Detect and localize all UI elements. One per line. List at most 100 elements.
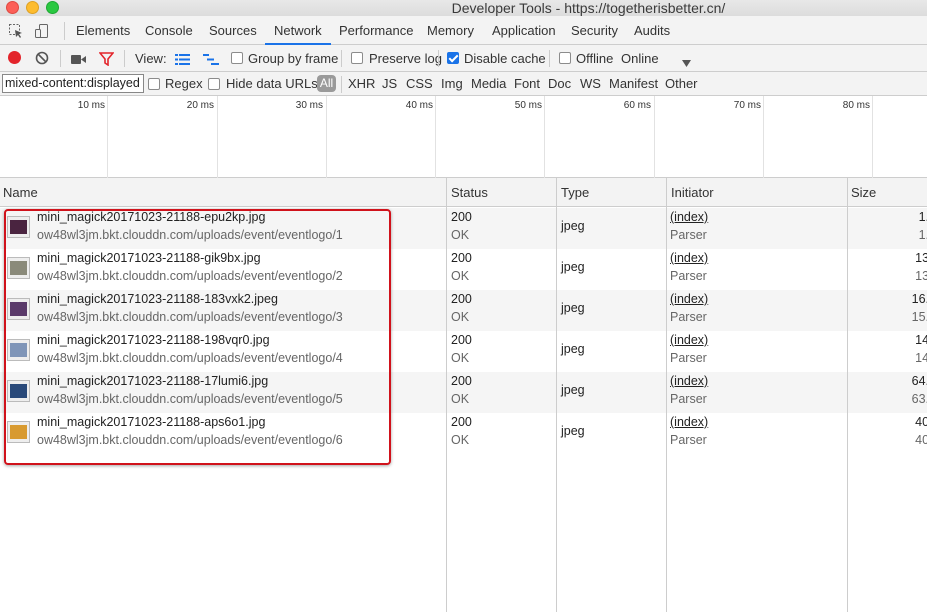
- large-rows-icon[interactable]: [175, 53, 190, 68]
- inspect-element-icon[interactable]: [8, 23, 24, 39]
- toolbar-divider: [341, 50, 342, 67]
- overview-tick-label: 10 ms: [77, 100, 105, 111]
- resource-size: 132: [915, 269, 927, 283]
- filter-bar: mixed-content:displayed Regex Hide data …: [0, 72, 927, 96]
- overview-gridline: [544, 96, 545, 178]
- initiator-type: Parser: [670, 228, 707, 242]
- filter-img-button[interactable]: Img: [441, 72, 463, 96]
- initiator-link[interactable]: (index): [670, 210, 708, 224]
- overview-tick-label: 70 ms: [733, 100, 761, 111]
- overview-tick-label: 30 ms: [295, 100, 323, 111]
- status-code: 200: [451, 251, 472, 265]
- initiator-link[interactable]: (index): [670, 374, 708, 388]
- column-divider[interactable]: [847, 178, 848, 612]
- size-cell: 407406: [848, 413, 927, 454]
- tab-memory[interactable]: Memory: [418, 16, 483, 45]
- column-header-status[interactable]: Status: [448, 178, 488, 207]
- overview-tick-label: 80 ms: [842, 100, 870, 111]
- toolbar-divider: [438, 50, 439, 67]
- capture-screenshots-icon[interactable]: [71, 53, 87, 68]
- hide-data-urls-checkbox[interactable]: [208, 78, 220, 90]
- tab-audits[interactable]: Audits: [625, 16, 679, 45]
- overview-gridline: [326, 96, 327, 178]
- resource-type: jpeg: [561, 219, 585, 233]
- waterfall-view-icon[interactable]: [203, 53, 219, 68]
- filter-doc-button[interactable]: Doc: [548, 72, 571, 96]
- column-header-size[interactable]: Size: [848, 178, 876, 207]
- column-header-initiator[interactable]: Initiator: [668, 178, 714, 207]
- device-toolbar-icon[interactable]: [34, 23, 50, 39]
- transfer-size: 1.1: [918, 210, 927, 224]
- resource-size: 15.0: [911, 310, 927, 324]
- status-text: OK: [451, 392, 470, 406]
- resource-type: jpeg: [561, 342, 585, 356]
- filter-all-button[interactable]: All: [317, 75, 336, 92]
- offline-label: Offline: [576, 51, 614, 66]
- column-divider[interactable]: [446, 178, 447, 612]
- overview-tick-label: 20 ms: [186, 100, 214, 111]
- clear-icon[interactable]: [35, 51, 49, 68]
- group-by-frame-checkbox[interactable]: [231, 52, 243, 64]
- tab-elements[interactable]: Elements: [67, 16, 139, 45]
- window-titlebar: Developer Tools - https://togetherisbett…: [0, 0, 927, 16]
- status-text: OK: [451, 310, 470, 324]
- record-button[interactable]: [8, 51, 21, 64]
- filter-js-button[interactable]: JS: [382, 72, 397, 96]
- column-divider[interactable]: [666, 178, 667, 612]
- filter-other-button[interactable]: Other: [665, 72, 698, 96]
- resource-size: 63.8: [911, 392, 927, 406]
- hide-data-urls-label: Hide data URLs: [226, 76, 318, 91]
- window-title: Developer Tools - https://togetherisbett…: [451, 0, 726, 16]
- filter-xhr-button[interactable]: XHR: [348, 72, 375, 96]
- tab-security[interactable]: Security: [562, 16, 627, 45]
- tab-console[interactable]: Console: [136, 16, 202, 45]
- initiator-link[interactable]: (index): [670, 292, 708, 306]
- transfer-size: 407: [915, 415, 927, 429]
- initiator-type: Parser: [670, 392, 707, 406]
- column-header-name[interactable]: Name: [0, 178, 38, 207]
- status-code: 200: [451, 374, 472, 388]
- column-divider[interactable]: [556, 178, 557, 612]
- annotation-highlight-box: [4, 209, 391, 465]
- filter-font-button[interactable]: Font: [514, 72, 540, 96]
- resource-type: jpeg: [561, 301, 585, 315]
- toolbar-divider: [341, 76, 342, 93]
- overview-tick-label: 60 ms: [623, 100, 651, 111]
- filter-input[interactable]: mixed-content:displayed: [2, 74, 144, 93]
- initiator-type: Parser: [670, 310, 707, 324]
- disable-cache-checkbox[interactable]: [447, 52, 459, 64]
- tab-application[interactable]: Application: [483, 16, 565, 45]
- filter-icon[interactable]: [98, 52, 115, 69]
- initiator-link[interactable]: (index): [670, 415, 708, 429]
- overview-tick-label: 50 ms: [514, 100, 542, 111]
- resource-size: 1.1: [918, 228, 927, 242]
- size-cell: 1.11.1: [848, 208, 927, 249]
- initiator-link[interactable]: (index): [670, 333, 708, 347]
- filter-media-button[interactable]: Media: [471, 72, 506, 96]
- status-text: OK: [451, 433, 470, 447]
- preserve-log-checkbox[interactable]: [351, 52, 363, 64]
- tab-performance[interactable]: Performance: [330, 16, 422, 45]
- filter-css-button[interactable]: CSS: [406, 72, 433, 96]
- size-cell: 132132: [848, 249, 927, 290]
- group-by-frame-label: Group by frame: [248, 51, 339, 66]
- initiator-link[interactable]: (index): [670, 251, 708, 265]
- size-cell: 16.3 15.0: [848, 290, 927, 331]
- transfer-size: 144: [915, 333, 927, 347]
- toolbar-divider: [549, 50, 550, 67]
- filter-manifest-button[interactable]: Manifest: [609, 72, 658, 96]
- network-overview[interactable]: 10 ms 20 ms 30 ms 40 ms 50 ms 60 ms 70 m…: [0, 96, 927, 178]
- tab-sources[interactable]: Sources: [200, 16, 266, 45]
- overview-gridline: [435, 96, 436, 178]
- throttling-select[interactable]: Online: [621, 45, 659, 72]
- regex-checkbox[interactable]: [148, 78, 160, 90]
- filter-ws-button[interactable]: WS: [580, 72, 601, 96]
- table-header: Name Status Type Initiator Size: [0, 178, 927, 207]
- column-header-type[interactable]: Type: [558, 178, 589, 207]
- devtools-tabbar: Elements Console Sources Network Perform…: [0, 16, 927, 45]
- status-code: 200: [451, 292, 472, 306]
- chevron-down-icon[interactable]: [682, 55, 691, 70]
- tab-network[interactable]: Network: [265, 16, 331, 45]
- offline-checkbox[interactable]: [559, 52, 571, 64]
- resource-type: jpeg: [561, 383, 585, 397]
